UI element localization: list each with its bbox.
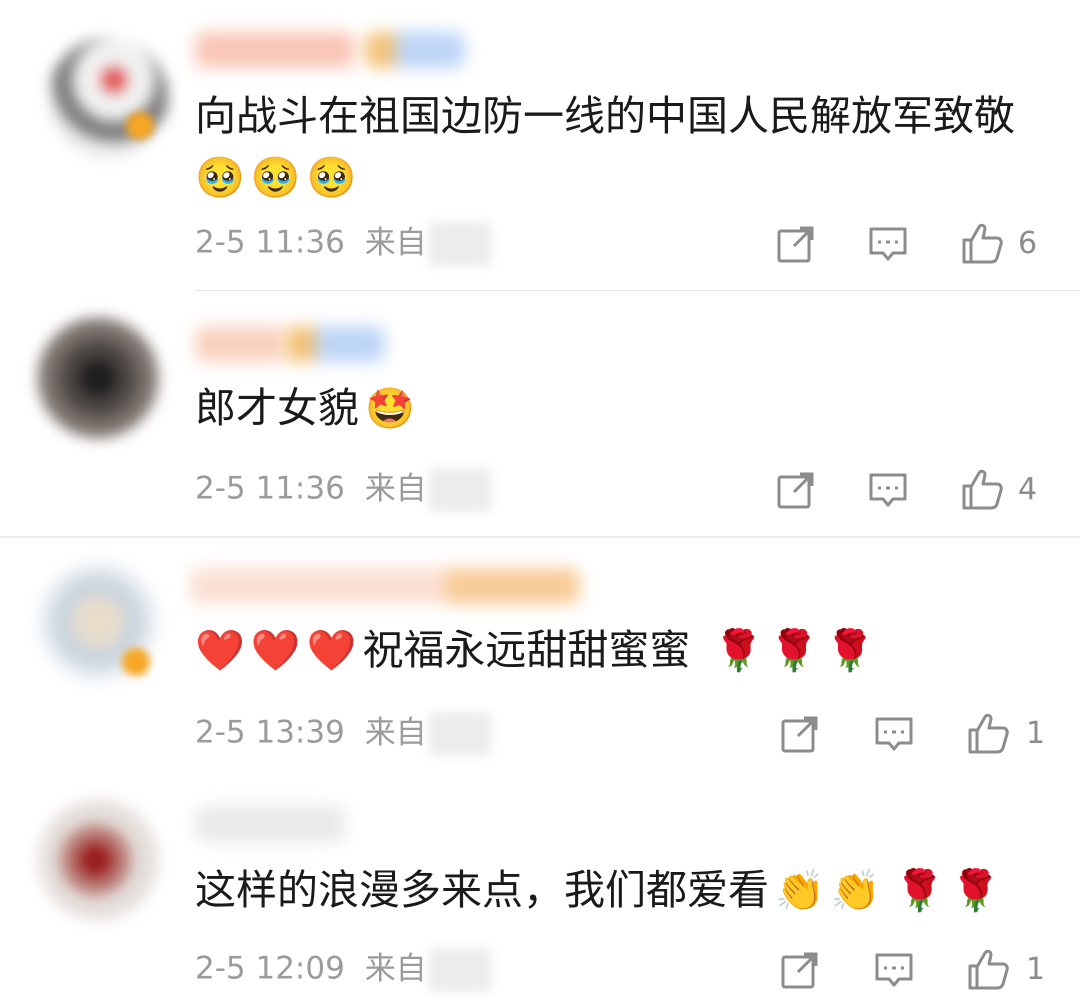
source-label: 来自	[364, 224, 427, 261]
red-heart-emoji-icon: ❤️	[250, 628, 301, 674]
like-icon[interactable]	[966, 712, 1010, 756]
like-count: 1	[1026, 952, 1046, 987]
reply-icon[interactable]	[874, 950, 914, 990]
comment-time: 2-5 11:36	[195, 224, 345, 261]
comment-text: 向战斗在祖国边防一线的中国人民解放军致敬	[195, 92, 1015, 140]
share-icon[interactable]	[776, 470, 816, 510]
comment-text: 这样的浪漫多来点，我们都爱看 👏 👏 🌹 🌹	[195, 860, 1050, 921]
share-icon[interactable]	[776, 224, 816, 264]
reply-icon[interactable]	[868, 470, 908, 510]
comment-meta: 2-5 11:36 来自	[195, 468, 491, 512]
rose-emoji-icon: 🌹	[894, 868, 945, 914]
touched-face-emoji-icon: 🥹	[306, 155, 357, 201]
divider	[0, 536, 1080, 538]
source-device	[428, 712, 491, 756]
share-icon[interactable]	[780, 714, 820, 754]
source-device	[428, 222, 491, 266]
source-device	[428, 468, 491, 512]
username[interactable]	[195, 806, 345, 842]
comment-time: 2-5 11:36	[195, 470, 345, 507]
like-icon[interactable]	[966, 948, 1010, 992]
source-label: 来自	[364, 470, 427, 507]
like-icon[interactable]	[960, 222, 1004, 266]
rose-emoji-icon: 🌹	[769, 628, 820, 674]
user-badge-icon	[365, 32, 465, 68]
star-struck-hug-emoji-icon: 🤩	[365, 386, 415, 432]
divider	[195, 290, 1080, 291]
comment-time: 2-5 13:39	[195, 714, 345, 751]
comment-time: 2-5 12:09	[195, 950, 345, 987]
share-icon[interactable]	[780, 950, 820, 990]
comment-meta: 2-5 13:39 来自	[195, 712, 491, 756]
touched-face-emoji-icon: 🥹	[250, 155, 301, 201]
red-heart-emoji-icon: ❤️	[306, 628, 357, 674]
user-badge-icon	[285, 326, 385, 362]
username[interactable]	[195, 32, 355, 68]
comment-meta: 2-5 11:36 来自	[195, 222, 491, 266]
like-count: 6	[1018, 226, 1038, 261]
rose-emoji-icon: 🌹	[825, 628, 875, 674]
source-label: 来自	[364, 950, 427, 987]
like-count: 4	[1018, 472, 1038, 507]
username[interactable]	[195, 326, 285, 362]
vip-badge-icon	[126, 112, 154, 140]
vip-badge-icon	[122, 648, 150, 676]
like-count: 1	[1026, 716, 1046, 751]
avatar[interactable]	[38, 318, 158, 438]
comment-emojis: 🥹 🥹 🥹	[195, 148, 362, 208]
like-icon[interactable]	[960, 468, 1004, 512]
rose-emoji-icon: 🌹	[713, 628, 764, 674]
reply-icon[interactable]	[868, 224, 908, 264]
avatar[interactable]	[38, 800, 158, 920]
comment-meta: 2-5 12:09 来自	[195, 948, 491, 992]
reply-icon[interactable]	[874, 714, 914, 754]
source-device	[428, 948, 491, 992]
comment-text: 郎才女貌 🤩	[195, 378, 1050, 439]
clapping-hands-emoji-icon: 👏	[830, 868, 881, 914]
rose-emoji-icon: 🌹	[950, 868, 1001, 914]
username[interactable]	[190, 568, 580, 604]
source-label: 来自	[364, 714, 427, 751]
touched-face-emoji-icon: 🥹	[195, 155, 245, 201]
red-heart-emoji-icon: ❤️	[195, 628, 245, 674]
clapping-hands-emoji-icon: 👏	[775, 868, 825, 914]
comment-text: ❤️ ❤️ ❤️ 祝福永远甜甜蜜蜜 🌹 🌹 🌹	[195, 620, 1050, 681]
avatar[interactable]	[48, 38, 168, 158]
